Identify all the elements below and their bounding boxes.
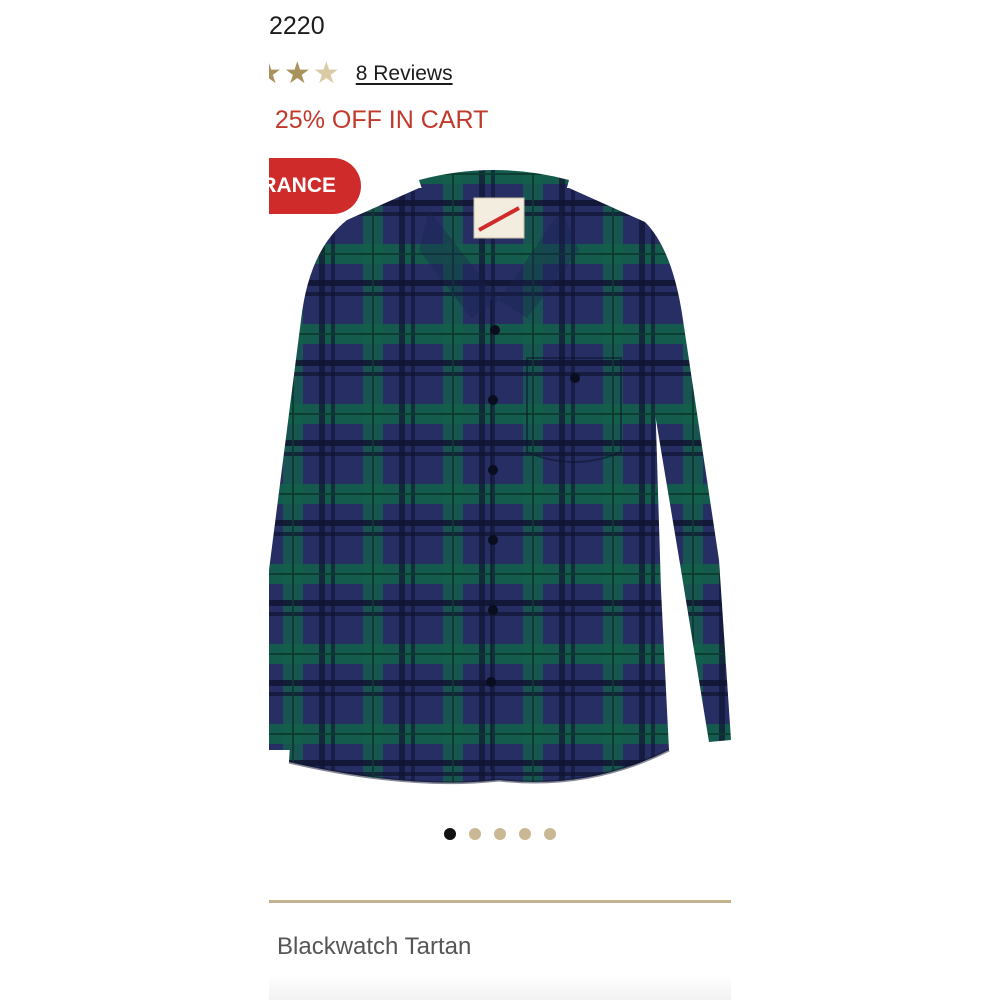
- promo-text: . 25% OFF IN CART: [269, 106, 489, 134]
- selected-color-name: Blackwatch Tartan: [277, 933, 472, 960]
- section-divider: [269, 900, 731, 903]
- star-empty-icon: ★: [312, 57, 340, 90]
- rating-row: ★ ★ ★ 8 Reviews: [269, 56, 453, 92]
- plaid-shirt-image: [269, 170, 731, 785]
- carousel-dot[interactable]: [494, 828, 506, 840]
- product-title-clipped: [269, 0, 731, 10]
- carousel-dot[interactable]: [469, 828, 481, 840]
- star-filled-icon: ★: [269, 59, 282, 89]
- carousel-dots: [269, 828, 731, 840]
- bottom-fade: [269, 975, 731, 1000]
- clearance-badge: RANCE: [269, 158, 361, 214]
- reviews-link[interactable]: 8 Reviews: [356, 62, 453, 86]
- carousel-dot[interactable]: [544, 828, 556, 840]
- carousel-dot[interactable]: [519, 828, 531, 840]
- product-page: 2220 ★ ★ ★ 8 Reviews . 25% OFF IN CART: [269, 0, 731, 1000]
- carousel-dot[interactable]: [444, 828, 456, 840]
- product-image[interactable]: [269, 150, 731, 810]
- item-number: 2220: [269, 12, 325, 40]
- star-filled-icon: ★: [283, 57, 311, 90]
